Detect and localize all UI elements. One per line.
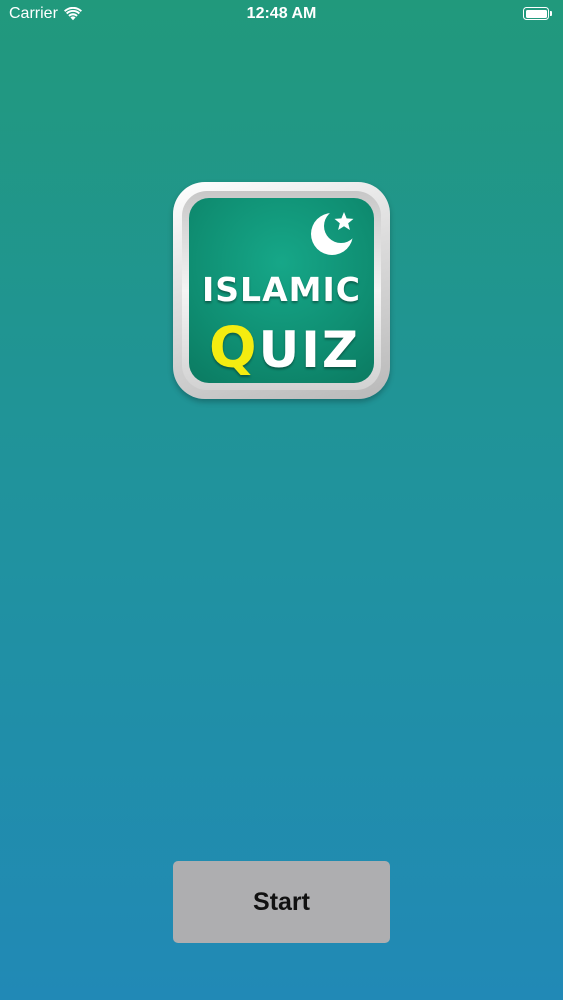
- battery-tip: [550, 11, 552, 16]
- battery-body: [523, 7, 549, 20]
- logo-word-quiz: QUIZ: [209, 316, 360, 381]
- start-button[interactable]: Start: [173, 861, 390, 943]
- logo-word-islamic: ISLAMIC: [202, 270, 361, 309]
- battery-fill: [525, 9, 547, 18]
- splash-screen: Carrier 12:48 AM ISLAMIC QUIZ Start: [0, 0, 563, 1000]
- logo-letter-q: Q: [209, 316, 259, 381]
- logo-letters-uiz: UIZ: [258, 321, 361, 379]
- battery-icon: [523, 7, 553, 20]
- logo-face: ISLAMIC QUIZ: [189, 198, 374, 383]
- crescent-star-icon: [311, 212, 354, 255]
- app-logo: ISLAMIC QUIZ: [173, 182, 390, 399]
- status-time: 12:48 AM: [246, 5, 317, 22]
- status-bar: Carrier 12:48 AM: [0, 0, 563, 30]
